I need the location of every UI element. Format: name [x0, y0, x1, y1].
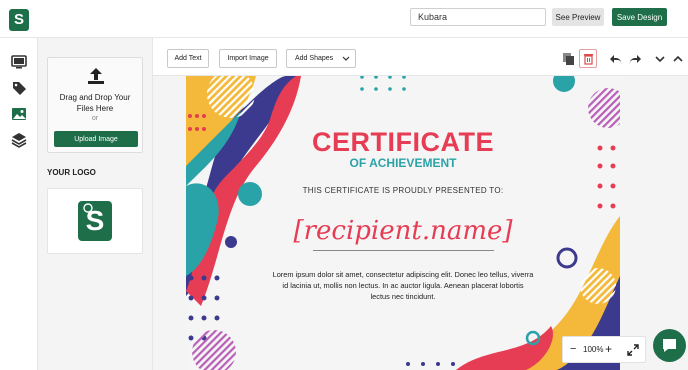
- upload-panel: Drag and Drop Your Files Here or Upload …: [38, 38, 153, 370]
- monitor-icon[interactable]: [11, 54, 27, 70]
- see-preview-button[interactable]: See Preview: [552, 8, 604, 26]
- delete-button[interactable]: [579, 49, 597, 68]
- upload-or-text: or: [91, 115, 99, 122]
- tag-icon[interactable]: [11, 80, 27, 96]
- zoom-level: 100%: [583, 345, 604, 354]
- upload-image-button[interactable]: Upload Image: [54, 131, 138, 147]
- move-up-icon[interactable]: [671, 52, 685, 66]
- upload-title-line1: Drag and Drop Your: [59, 93, 131, 102]
- your-logo-heading: YOUR LOGO: [47, 168, 96, 177]
- redo-icon[interactable]: [628, 52, 642, 66]
- editor-toolbar: Add Text Import Image Add Shapes: [153, 38, 688, 76]
- add-text-button[interactable]: Add Text: [167, 49, 209, 68]
- award-icon: [83, 203, 93, 213]
- recipient-underline: [313, 250, 494, 251]
- certificate-presented-text[interactable]: THIS CERTIFICATE IS PROUDLY PRESENTED TO…: [186, 186, 620, 195]
- certificate-body-text[interactable]: Lorem ipsum dolor sit amet, consectetur …: [272, 269, 534, 302]
- upload-dropzone[interactable]: Drag and Drop Your Files Here or Upload …: [47, 57, 143, 153]
- import-image-button[interactable]: Import Image: [219, 49, 277, 68]
- layers-icon[interactable]: [11, 132, 27, 148]
- top-bar: S See Preview Save Design: [0, 0, 688, 38]
- image-icon[interactable]: [11, 106, 27, 122]
- chat-icon: [663, 339, 676, 352]
- upload-icon: [88, 68, 104, 84]
- move-down-icon[interactable]: [653, 52, 667, 66]
- zoom-controls: − 100% +: [562, 336, 646, 363]
- zoom-out-button[interactable]: −: [570, 343, 576, 355]
- design-name-input[interactable]: [410, 8, 546, 26]
- certificate-recipient-name[interactable]: [recipient.name]: [186, 216, 620, 246]
- chevron-down-icon: [342, 56, 350, 61]
- undo-icon[interactable]: [609, 52, 623, 66]
- icon-sidebar: [0, 38, 38, 370]
- chat-launcher[interactable]: [653, 329, 686, 362]
- certificate-title[interactable]: CERTIFICATE: [186, 127, 620, 158]
- logo-thumbnail[interactable]: S: [47, 188, 143, 254]
- add-shapes-dropdown[interactable]: Add Shapes: [286, 49, 356, 68]
- app-logo[interactable]: S: [9, 9, 29, 31]
- fullscreen-icon[interactable]: [627, 344, 639, 356]
- duplicate-icon[interactable]: [562, 52, 576, 66]
- zoom-in-button[interactable]: +: [605, 342, 612, 356]
- save-design-button[interactable]: Save Design: [612, 8, 667, 26]
- delete-icon: [584, 54, 593, 65]
- certificate-subtitle[interactable]: OF ACHIEVEMENT: [186, 156, 620, 170]
- certificate-canvas[interactable]: CERTIFICATE OF ACHIEVEMENT THIS CERTIFIC…: [186, 76, 620, 370]
- add-shapes-label: Add Shapes: [295, 55, 334, 62]
- upload-title-line2: Files Here: [76, 104, 114, 113]
